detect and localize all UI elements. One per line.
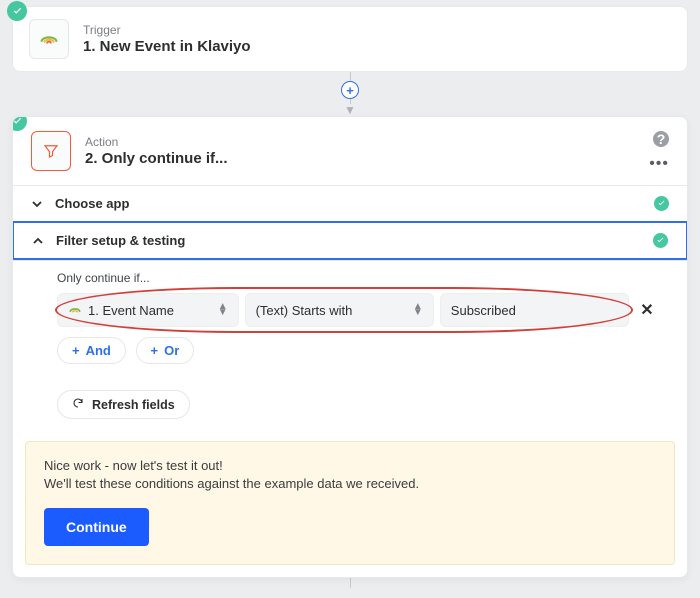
section-choose-app[interactable]: Choose app [13, 185, 687, 221]
trigger-step-card[interactable]: Trigger 1. New Event in Klaviyo [12, 6, 688, 72]
refresh-icon [72, 397, 84, 412]
test-line-1: Nice work - now let's test it out! [44, 458, 656, 473]
test-panel: Nice work - now let's test it out! We'll… [25, 441, 675, 565]
action-title: 2. Only continue if... [85, 150, 228, 167]
step-connector-tail [350, 578, 351, 588]
klaviyo-app-icon [29, 19, 69, 59]
test-line-2: We'll test these conditions against the … [44, 476, 656, 491]
or-label: Or [164, 343, 179, 358]
condition-row: 1. Event Name ▲▼ (Text) Starts with ▲▼ S… [57, 293, 659, 327]
filter-app-icon [31, 131, 71, 171]
add-or-button[interactable]: + Or [136, 337, 195, 364]
arrow-down-icon: ▼ [344, 104, 356, 116]
refresh-fields-button[interactable]: Refresh fields [57, 390, 190, 419]
filter-prompt-label: Only continue if... [57, 271, 659, 285]
and-label: And [86, 343, 111, 358]
section-filter-setup-label: Filter setup & testing [56, 233, 185, 248]
help-icon[interactable]: ? [653, 131, 669, 147]
add-and-button[interactable]: + And [57, 337, 126, 364]
checkmark-icon [7, 1, 27, 21]
action-type-label: Action [85, 135, 228, 149]
klaviyo-icon [68, 303, 82, 317]
checkmark-icon [654, 196, 669, 211]
continue-button[interactable]: Continue [44, 508, 149, 546]
condition-field-select[interactable]: 1. Event Name ▲▼ [57, 293, 239, 327]
plus-icon: + [151, 343, 159, 358]
condition-operator-select[interactable]: (Text) Starts with ▲▼ [245, 293, 434, 327]
sort-icon: ▲▼ [413, 304, 423, 316]
refresh-fields-label: Refresh fields [92, 398, 175, 412]
add-step-button[interactable]: + [341, 81, 359, 99]
action-step-card: Action 2. Only continue if... ? ••• Choo… [12, 116, 688, 578]
condition-value-input[interactable]: Subscribed [440, 293, 629, 327]
chevron-up-icon [32, 235, 44, 247]
condition-field-value: 1. Event Name [88, 303, 212, 318]
chevron-down-icon [31, 198, 43, 210]
logic-buttons-row: + And + Or [57, 337, 659, 364]
section-choose-app-label: Choose app [55, 196, 129, 211]
remove-condition-button[interactable]: ✕ [635, 298, 659, 322]
condition-value: Subscribed [451, 303, 618, 318]
trigger-type-label: Trigger [83, 23, 251, 37]
filter-section-body: Only continue if... 1. Event Name ▲▼ (Te… [13, 260, 687, 431]
checkmark-icon [653, 233, 668, 248]
more-menu-icon[interactable]: ••• [649, 155, 669, 173]
condition-operator-value: (Text) Starts with [256, 303, 407, 318]
sort-icon: ▲▼ [218, 304, 228, 316]
plus-icon: + [72, 343, 80, 358]
section-filter-setup[interactable]: Filter setup & testing [12, 221, 688, 260]
action-header: Action 2. Only continue if... ? ••• [13, 117, 687, 185]
step-connector: + ▼ [0, 72, 700, 116]
trigger-title: 1. New Event in Klaviyo [83, 38, 251, 55]
